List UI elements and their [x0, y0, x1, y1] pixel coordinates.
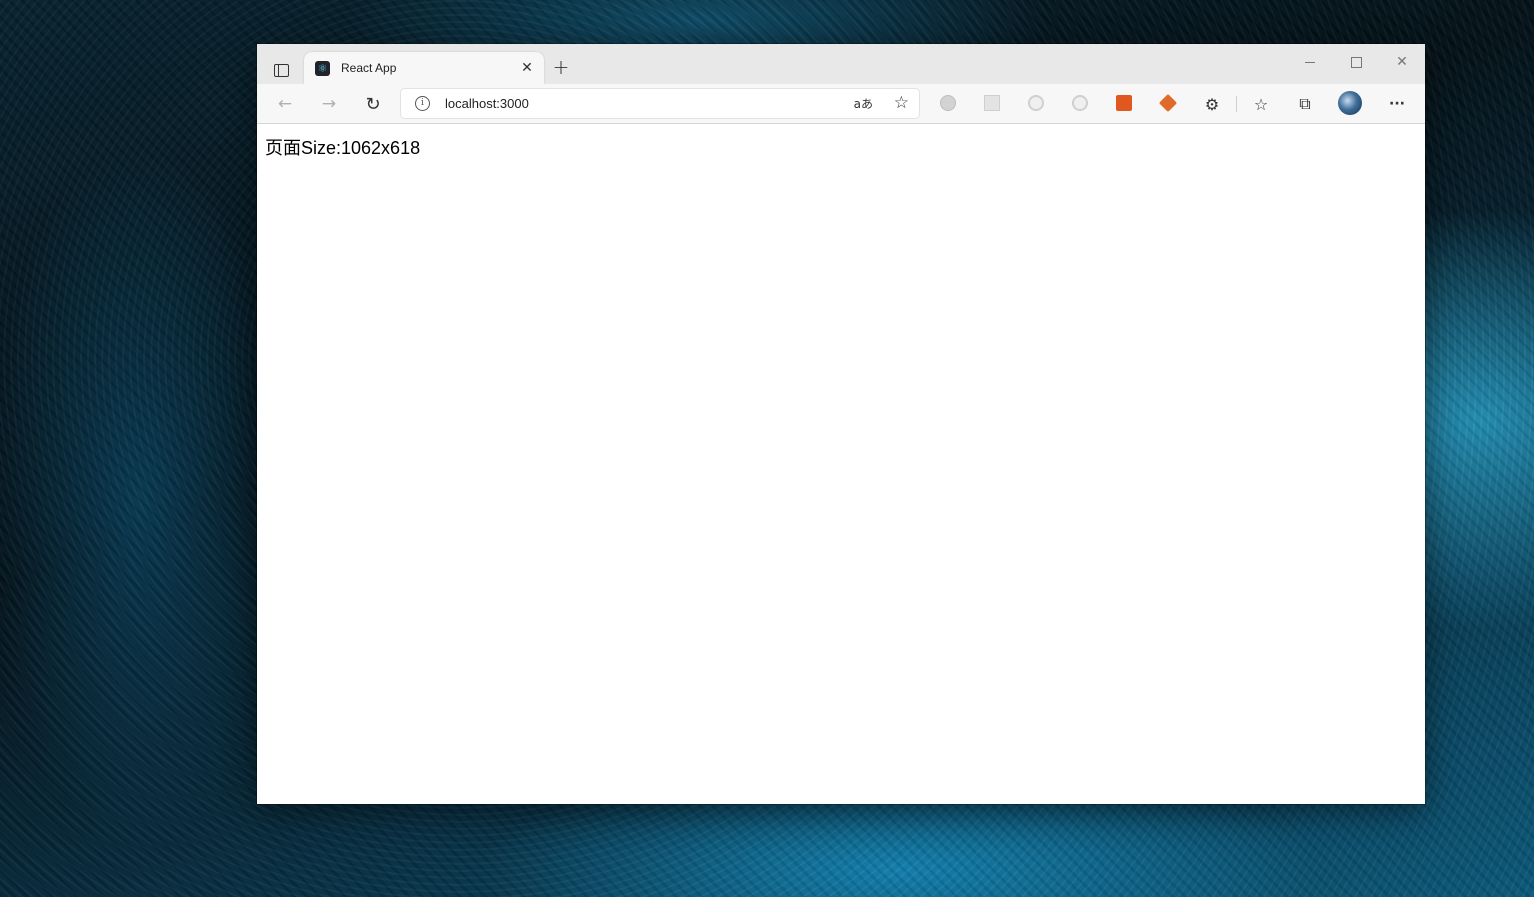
page-size-text: 页面Size:1062x618: [265, 138, 421, 158]
profile-avatar[interactable]: [1338, 91, 1362, 115]
minimize-icon: [1305, 61, 1315, 63]
extension-ring-icon[interactable]: [1027, 94, 1045, 112]
extension-square-icon[interactable]: [983, 94, 1001, 112]
extension-grey-icon[interactable]: [939, 94, 957, 112]
toolbar-divider: [1236, 96, 1237, 112]
refresh-button[interactable]: ↻: [359, 90, 387, 118]
react-icon: ⚛: [315, 61, 330, 76]
extension-orange-icon[interactable]: [1115, 94, 1133, 112]
extensions-puzzle-icon[interactable]: ⚙: [1201, 93, 1223, 115]
new-tab-button[interactable]: +: [550, 56, 572, 78]
back-button[interactable]: ←: [271, 90, 299, 118]
forward-button[interactable]: →: [315, 90, 343, 118]
maximize-icon: [1350, 56, 1362, 68]
tab-actions-icon: [273, 63, 289, 77]
browser-window: ⚛ React App ✕ + ✕ ← → ↻ i localhost:3000…: [257, 44, 1425, 804]
tab-title: React App: [341, 61, 397, 75]
page-content: 页面Size:1062x618: [257, 124, 1425, 804]
address-bar[interactable]: i localhost:3000 aあ ☆: [401, 89, 919, 118]
add-favorite-icon[interactable]: ☆: [894, 93, 909, 113]
address-input[interactable]: localhost:3000: [445, 96, 529, 111]
minimize-button[interactable]: [1287, 48, 1333, 76]
site-info-icon[interactable]: i: [415, 96, 430, 111]
close-window-button[interactable]: ✕: [1379, 48, 1425, 76]
collections-icon[interactable]: ⧉: [1294, 93, 1316, 115]
maximize-button[interactable]: [1333, 48, 1379, 76]
tab-bar: ⚛ React App ✕ + ✕: [257, 44, 1425, 84]
favorites-icon[interactable]: ☆: [1250, 93, 1272, 115]
read-aloud-icon[interactable]: aあ: [854, 95, 873, 112]
extension-ring-2-icon[interactable]: [1071, 94, 1089, 112]
tab-react-app[interactable]: ⚛ React App ✕: [304, 52, 544, 84]
settings-menu-icon[interactable]: ···: [1386, 93, 1408, 115]
tab-actions-button[interactable]: [267, 56, 295, 84]
close-tab-icon[interactable]: ✕: [518, 59, 536, 77]
extension-cube-icon[interactable]: [1158, 93, 1178, 113]
close-icon: ✕: [1396, 54, 1408, 70]
